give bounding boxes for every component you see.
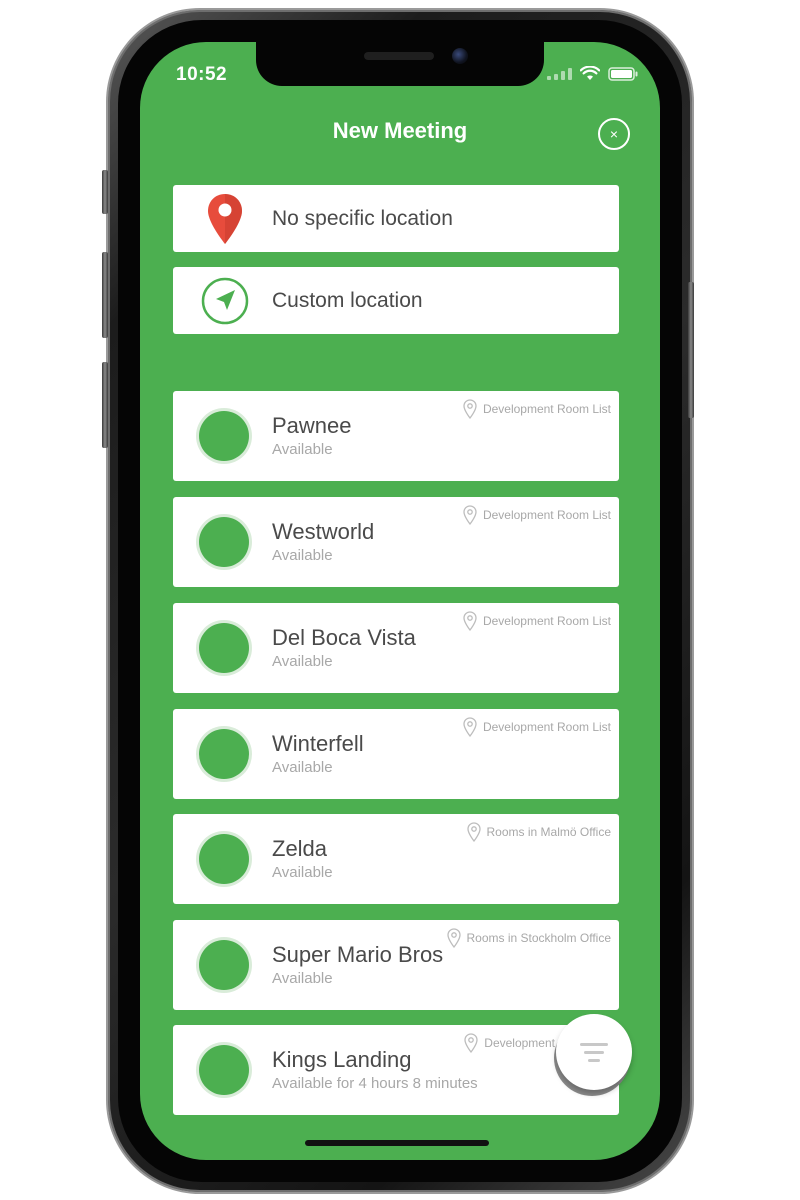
page-title: New Meeting bbox=[332, 118, 468, 143]
battery-icon bbox=[608, 66, 638, 81]
availability-indicator bbox=[199, 940, 249, 990]
option-label: Custom location bbox=[272, 289, 423, 312]
room-status: Available for 4 hours 8 minutes bbox=[272, 1075, 478, 1092]
map-pin-icon bbox=[197, 191, 253, 247]
room-status: Available bbox=[272, 864, 333, 881]
power-button bbox=[688, 282, 694, 418]
room-list-name: Development Room List bbox=[482, 402, 611, 416]
room-list-tag: Development bbox=[464, 1033, 555, 1053]
volume-up-button bbox=[102, 252, 108, 338]
room-name: Super Mario Bros bbox=[272, 942, 444, 967]
room-list-tag: Development Room List bbox=[463, 505, 611, 525]
room-item-kings-landing[interactable]: Kings Landing Available for 4 hours 8 mi… bbox=[173, 1025, 619, 1115]
room-list-name: Development bbox=[484, 1036, 555, 1050]
availability-indicator bbox=[199, 411, 249, 461]
availability-indicator bbox=[199, 623, 249, 673]
location-pin-outline-icon bbox=[463, 717, 477, 737]
room-list-tag: Rooms in Stockholm Office bbox=[446, 928, 612, 948]
location-pin-outline-icon bbox=[446, 928, 461, 948]
room-name: Westworld bbox=[272, 519, 375, 544]
location-pin-outline-icon bbox=[464, 1033, 478, 1053]
close-button[interactable]: × bbox=[598, 118, 630, 150]
room-item-pawnee[interactable]: Pawnee Available Development Room List bbox=[173, 391, 619, 481]
room-name: Zelda bbox=[272, 836, 328, 861]
wifi-icon bbox=[580, 66, 600, 80]
filter-icon bbox=[580, 1042, 608, 1062]
room-item-westworld[interactable]: Westworld Available Development Room Lis… bbox=[173, 497, 619, 587]
option-custom-location[interactable]: Custom location bbox=[173, 267, 619, 334]
room-list-name: Development Room List bbox=[482, 508, 611, 522]
room-list-tag: Rooms in Malmö Office bbox=[466, 822, 611, 842]
availability-indicator bbox=[199, 1045, 249, 1095]
location-pin-outline-icon bbox=[463, 611, 477, 631]
mute-switch bbox=[102, 170, 108, 214]
earpiece-speaker bbox=[364, 52, 434, 60]
close-icon: × bbox=[609, 126, 619, 142]
room-item-winterfell[interactable]: Winterfell Available Development Room Li… bbox=[173, 709, 619, 799]
room-list-name: Rooms in Stockholm Office bbox=[466, 931, 612, 945]
app-screen: 10:52 New Meeting × No specific location bbox=[140, 42, 660, 1160]
location-pin-outline-icon bbox=[466, 822, 481, 842]
room-item-zelda[interactable]: Zelda Available Rooms in Malmö Office bbox=[173, 814, 619, 904]
room-name: Winterfell bbox=[272, 731, 364, 756]
notch bbox=[256, 42, 544, 86]
status-icons bbox=[547, 66, 638, 81]
navigation-arrow-icon bbox=[197, 273, 253, 329]
room-name: Del Boca Vista bbox=[272, 625, 416, 650]
room-item-super-mario-bros[interactable]: Super Mario Bros Available Rooms in Stoc… bbox=[173, 920, 619, 1010]
room-name: Kings Landing bbox=[272, 1047, 412, 1072]
option-label: No specific location bbox=[272, 207, 453, 230]
room-list-tag: Development Room List bbox=[463, 611, 611, 631]
room-list-name: Development Room List bbox=[482, 614, 611, 628]
room-status: Available bbox=[272, 441, 333, 458]
availability-indicator bbox=[199, 729, 249, 779]
option-no-specific-location[interactable]: No specific location bbox=[173, 185, 619, 252]
room-status: Available bbox=[272, 547, 333, 564]
room-item-del-boca-vista[interactable]: Del Boca Vista Available Development Roo… bbox=[173, 603, 619, 693]
room-name: Pawnee bbox=[272, 413, 352, 438]
room-list-name: Rooms in Malmö Office bbox=[486, 825, 611, 839]
room-list-tag: Development Room List bbox=[463, 717, 611, 737]
volume-down-button bbox=[102, 362, 108, 448]
availability-indicator bbox=[199, 834, 249, 884]
room-list-tag: Development Room List bbox=[463, 399, 611, 419]
location-pin-outline-icon bbox=[463, 399, 477, 419]
cellular-signal-icon bbox=[547, 67, 572, 80]
availability-indicator bbox=[199, 517, 249, 567]
front-camera bbox=[452, 48, 468, 64]
status-time: 10:52 bbox=[176, 64, 228, 85]
location-pin-outline-icon bbox=[463, 505, 477, 525]
filter-button[interactable] bbox=[556, 1014, 632, 1090]
room-status: Available bbox=[272, 970, 333, 987]
room-status: Available bbox=[272, 759, 333, 776]
room-status: Available bbox=[272, 653, 333, 670]
home-indicator[interactable] bbox=[305, 1140, 489, 1146]
room-list-name: Development Room List bbox=[482, 720, 611, 734]
